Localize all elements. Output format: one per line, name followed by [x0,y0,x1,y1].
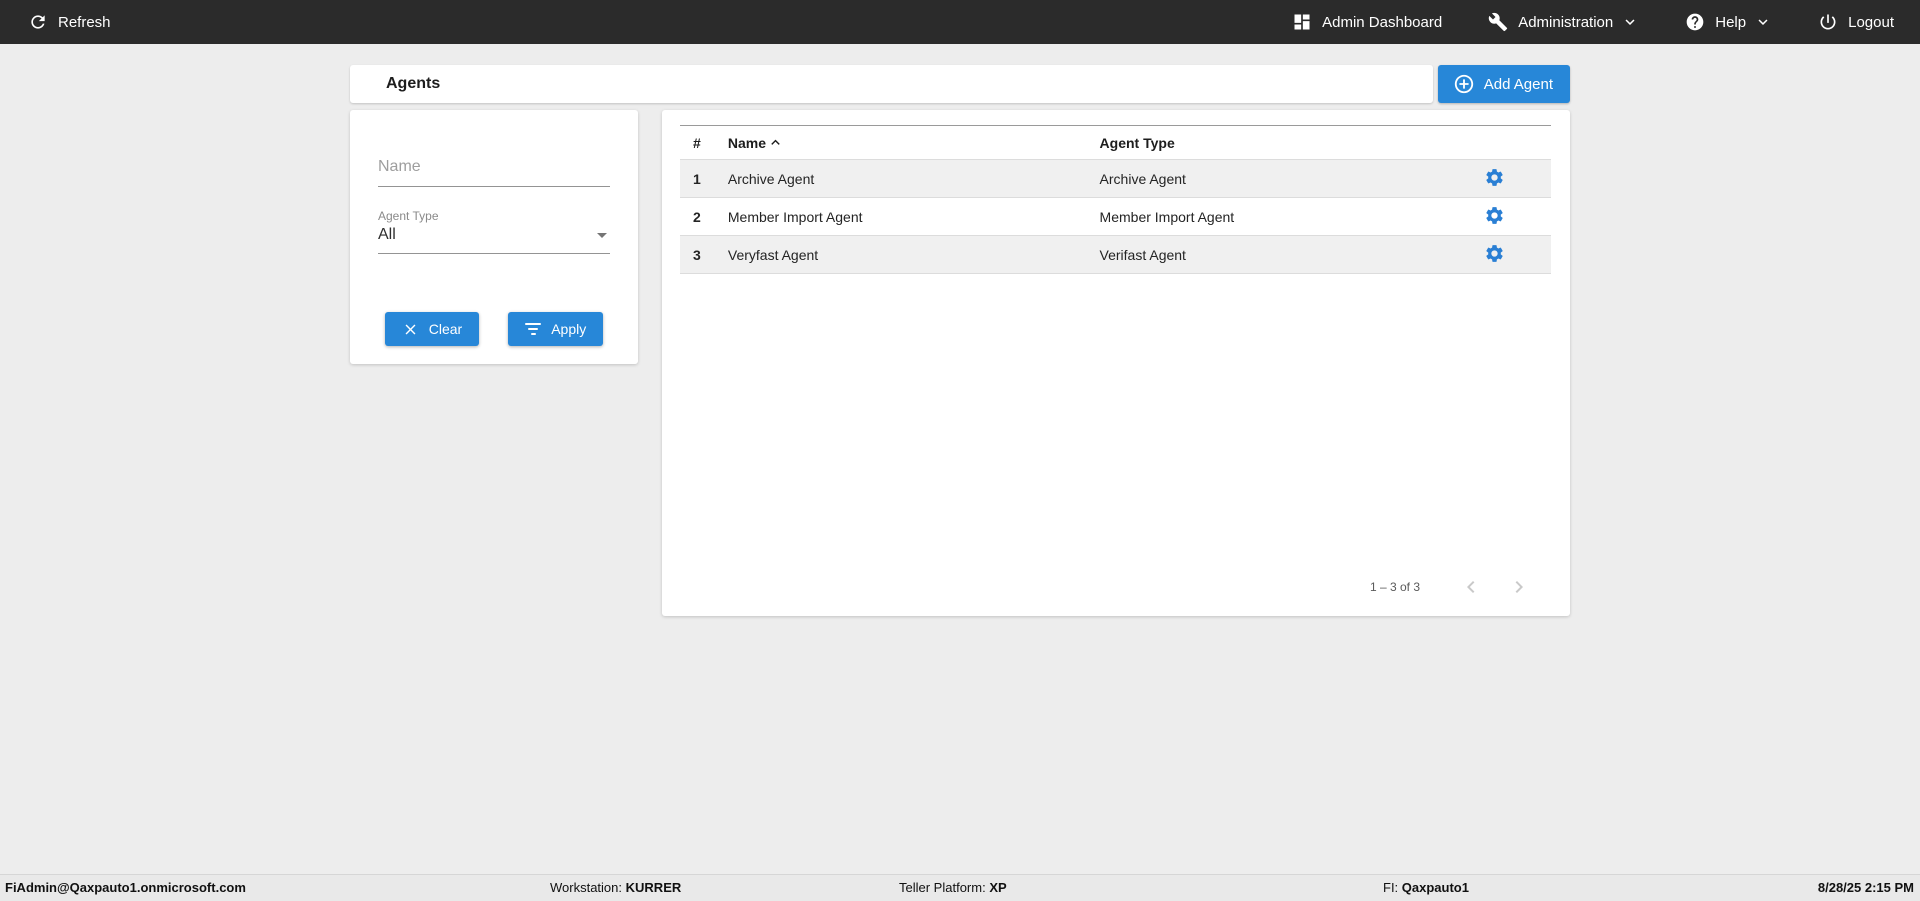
agents-table-card: # Name Agent Type 1 Archive Agent Archiv… [662,110,1570,616]
page-header: Agents Add Agent [350,65,1570,103]
footer-workstation: Workstation: KURRER [550,880,682,895]
table-header-row: # Name Agent Type [680,125,1551,160]
footer-fi: FI: Qaxpauto1 [1383,880,1469,895]
row-agent-type: Archive Agent [1099,170,1186,187]
row-agent-type: Member Import Agent [1099,208,1235,225]
chevron-left-icon [1467,581,1475,593]
column-header-actions [1438,125,1551,160]
logout-label: Logout [1848,13,1894,31]
refresh-icon [31,15,45,29]
gear-icon [1486,206,1503,224]
help-icon [1686,13,1704,31]
pagination: 1 – 3 of 3 [1370,574,1532,600]
filter-icon [525,323,542,335]
page-title-bar: Agents [350,65,1433,103]
previous-page-button[interactable] [1458,574,1484,600]
clear-button[interactable]: Clear [384,312,480,346]
add-agent-label: Add Agent [1483,75,1553,93]
agent-type-select[interactable]: Agent Type All [378,209,610,254]
row-settings-button[interactable] [1484,205,1505,226]
administration-menu[interactable]: Administration [1488,12,1639,32]
table-row[interactable]: 3 Veryfast Agent Verifast Agent [680,235,1551,274]
help-label: Help [1715,13,1747,31]
refresh-label: Refresh [58,13,111,31]
administration-label: Administration [1518,13,1614,31]
row-number: 3 [693,246,701,263]
table-row[interactable]: 1 Archive Agent Archive Agent [680,159,1551,198]
column-header-name[interactable]: Name [727,125,1100,160]
chevron-down-icon [1625,19,1635,25]
gear-icon [1486,168,1503,186]
status-footer: FiAdmin@Qaxpauto1.onmicrosoft.com Workst… [0,874,1920,901]
dashboard-icon [1294,14,1310,30]
apply-label: Apply [551,321,587,337]
sort-ascending-icon [771,139,780,145]
row-agent-name: Veryfast Agent [727,246,819,263]
admin-dashboard-button[interactable]: Admin Dashboard [1292,12,1442,32]
footer-user: FiAdmin@Qaxpauto1.onmicrosoft.com [5,880,246,895]
power-icon [1820,14,1836,30]
agent-type-value: All [378,226,396,243]
close-icon [405,324,416,334]
name-filter-input[interactable] [378,152,610,187]
page-title: Agents [386,75,441,92]
next-page-button[interactable] [1506,574,1532,600]
plus-circle-icon [1454,74,1473,94]
row-number: 1 [693,170,701,187]
footer-datetime: 8/28/25 2:15 PM [1817,880,1914,895]
row-agent-name: Archive Agent [727,170,815,187]
agent-type-label: Agent Type [378,209,439,223]
main-content: Agents Add Agent Agent Type All Clear [350,65,1570,616]
admin-dashboard-label: Admin Dashboard [1322,13,1443,31]
row-agent-name: Member Import Agent [727,208,863,225]
gear-icon [1486,244,1503,262]
triangle-down-icon [597,232,607,238]
logout-button[interactable]: Logout [1818,12,1894,32]
chevron-down-icon [1758,19,1768,25]
refresh-button[interactable]: Refresh [28,12,111,32]
row-agent-type: Verifast Agent [1099,246,1186,263]
pagination-range-label: 1 – 3 of 3 [1369,580,1420,594]
filter-panel: Agent Type All Clear Apply [350,110,638,364]
help-menu[interactable]: Help [1685,12,1772,32]
apply-button[interactable]: Apply [508,312,604,346]
row-settings-button[interactable] [1484,243,1505,264]
filter-actions: Clear Apply [378,312,610,346]
chevron-right-icon [1515,581,1523,593]
row-number: 2 [693,208,701,225]
table-row[interactable]: 2 Member Import Agent Member Import Agen… [680,197,1551,236]
footer-teller-platform: Teller Platform: XP [899,880,1007,895]
agents-table: # Name Agent Type 1 Archive Agent Archiv… [680,125,1551,274]
add-agent-button[interactable]: Add Agent [1437,65,1570,103]
column-header-number: # [680,125,728,160]
topbar: Refresh Admin Dashboard Administration H… [0,0,1920,44]
cards-row: Agent Type All Clear Apply [350,110,1570,616]
column-header-agent-type[interactable]: Agent Type [1099,125,1439,160]
clear-label: Clear [428,321,463,337]
wrench-icon [1488,12,1508,32]
row-settings-button[interactable] [1484,167,1505,188]
